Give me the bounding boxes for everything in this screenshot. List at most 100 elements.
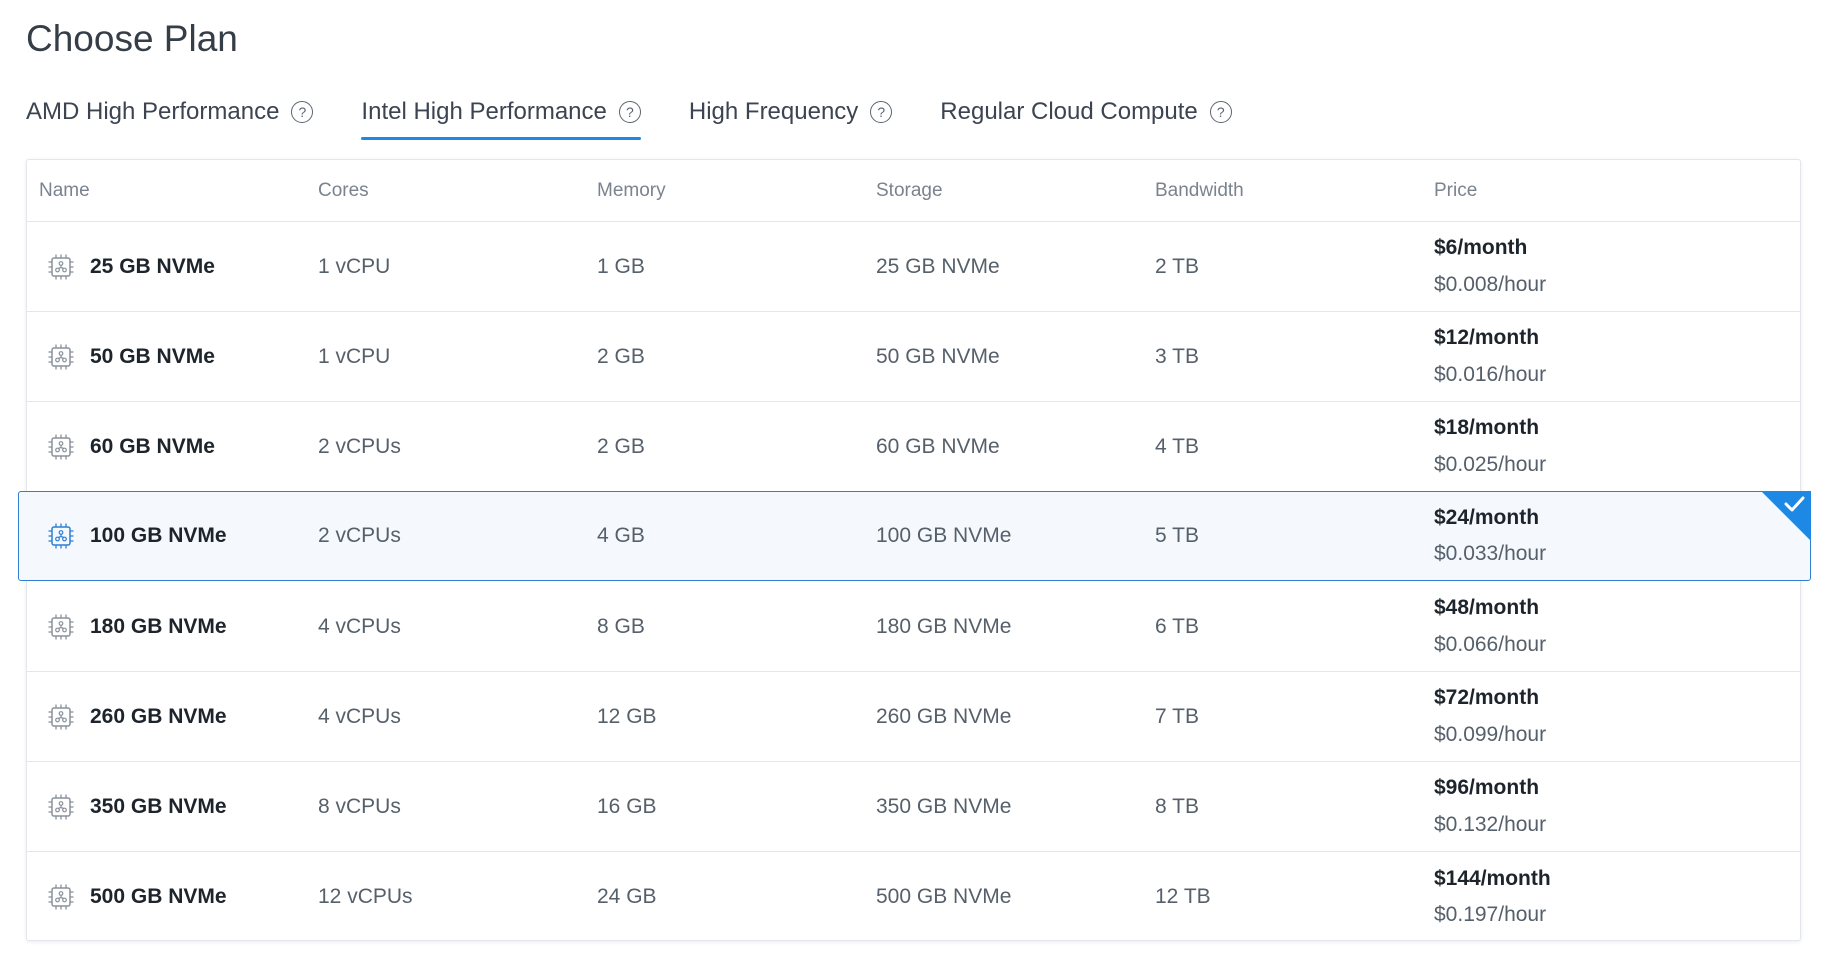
cpu-chip-icon [47,522,75,550]
plan-row[interactable]: 100 GB NVMe 2 vCPUs 4 GB 100 GB NVMe 5 TB $24… [18,491,1811,581]
plan-cores: 4 vCPUs [318,614,401,638]
plan-storage: 100 GB NVMe [876,524,1012,547]
question-circle-icon[interactable]: ? [1209,101,1232,123]
plan-cores: 8 vCPUs [318,794,401,818]
plan-bandwidth: 5 TB [1155,524,1199,547]
price-hourly: $0.025/hour [1434,452,1547,476]
plan-price: $48/month $0.066/hour [1434,582,1546,671]
plan-memory: 8 GB [597,614,645,638]
plan-row[interactable]: 180 GB NVMe 4 vCPUs 8 GB 180 GB NVMe 6 TB $48… [27,582,1800,672]
cpu-chip-icon [47,253,75,281]
cpu-chip-icon [47,343,75,371]
plan-memory: 12 GB [597,704,657,728]
question-circle-icon[interactable]: ? [870,101,893,123]
plan-memory: 16 GB [597,794,657,818]
cpu-chip-icon [47,703,75,731]
price-monthly: $18/month [1434,416,1540,440]
plan-storage: 25 GB NVMe [876,254,1000,278]
tab-amd-high-performance[interactable]: AMD High Performance? [26,92,314,132]
price-hourly: $0.016/hour [1434,362,1547,386]
plan-name: 100 GB NVMe [90,524,227,547]
plan-name: 180 GB NVMe [90,614,227,638]
plan-price: $24/month $0.033/hour [1434,492,1546,580]
plan-cores: 1 vCPU [318,254,391,278]
plan-name-cell: 25 GB NVMe [47,222,215,311]
plan-bandwidth: 7 TB [1155,704,1199,728]
table-header: Name Cores Memory Storage Bandwidth Pric… [27,160,1800,222]
plan-price: $12/month $0.016/hour [1434,312,1546,401]
plan-name-cell: 350 GB NVMe [47,762,227,851]
tab-high-frequency[interactable]: High Frequency? [688,92,893,132]
plan-name: 25 GB NVMe [90,254,215,278]
price-monthly: $144/month [1434,866,1551,890]
question-circle-icon[interactable]: ? [291,101,314,123]
price-monthly: $24/month [1434,505,1540,529]
price-hourly: $0.099/hour [1434,722,1547,746]
header-bandwidth: Bandwidth [1155,180,1244,201]
plan-row[interactable]: 50 GB NVMe 1 vCPU 2 GB 50 GB NVMe 3 TB $12/mo… [27,312,1800,402]
plan-row[interactable]: 500 GB NVMe 12 vCPUs 24 GB 500 GB NVMe 12 TB… [27,852,1800,942]
plan-name: 500 GB NVMe [90,885,227,908]
plan-cores: 12 vCPUs [318,885,413,908]
plan-storage: 350 GB NVMe [876,794,1012,818]
plan-bandwidth: 3 TB [1155,344,1199,368]
plan-name-cell: 60 GB NVMe [47,402,215,491]
page-title: Choose Plan [26,18,238,59]
plan-price: $72/month $0.099/hour [1434,672,1546,761]
plan-cores: 2 vCPUs [318,524,401,547]
plan-cores: 4 vCPUs [318,704,401,728]
plan-name: 350 GB NVMe [90,794,227,818]
price-monthly: $72/month [1434,686,1540,710]
plan-name-cell: 50 GB NVMe [47,312,215,401]
price-hourly: $0.008/hour [1434,272,1547,296]
plan-row[interactable]: 60 GB NVMe 2 vCPUs 2 GB 60 GB NVMe 4 TB $18/m… [27,402,1800,492]
plan-bandwidth: 4 TB [1155,434,1199,458]
tab-label: Regular Cloud Compute [940,98,1198,125]
plan-price: $6/month $0.008/hour [1434,222,1546,311]
plan-storage: 50 GB NVMe [876,344,1000,368]
plan-name-cell: 260 GB NVMe [47,672,227,761]
header-price: Price [1434,180,1478,201]
plan-memory: 2 GB [597,434,645,458]
cpu-chip-icon [47,793,75,821]
plan-price: $96/month $0.132/hour [1434,762,1546,851]
tab-label: High Frequency [688,98,859,125]
price-hourly: $0.132/hour [1434,812,1547,836]
plan-type-tabs: AMD High Performance? Intel High Performa… [26,92,1232,140]
price-hourly: $0.033/hour [1434,542,1547,565]
plan-name-cell: 180 GB NVMe [47,582,227,671]
plan-memory: 4 GB [597,524,645,547]
plan-memory: 1 GB [597,254,645,278]
plan-storage: 180 GB NVMe [876,614,1012,638]
plan-bandwidth: 8 TB [1155,794,1199,818]
plan-bandwidth: 6 TB [1155,614,1199,638]
plan-name: 50 GB NVMe [90,344,215,368]
plan-bandwidth: 2 TB [1155,254,1199,278]
plan-cores: 1 vCPU [318,344,391,368]
price-hourly: $0.066/hour [1434,632,1547,656]
price-hourly: $0.197/hour [1434,903,1547,926]
plan-cores: 2 vCPUs [318,434,401,458]
tab-label: AMD High Performance [26,98,280,125]
price-monthly: $96/month [1434,776,1540,800]
plan-memory: 2 GB [597,344,645,368]
choose-plan-page: Choose Plan AMD High Performance? Intel H… [0,0,1835,978]
plan-row[interactable]: 260 GB NVMe 4 vCPUs 12 GB 260 GB NVMe 7 TB $7… [27,672,1800,762]
header-memory: Memory [597,180,666,201]
question-circle-icon[interactable]: ? [618,101,641,123]
price-monthly: $12/month [1434,326,1540,350]
tab-regular-cloud-compute[interactable]: Regular Cloud Compute? [940,92,1232,132]
price-monthly: $6/month [1434,236,1528,260]
cpu-chip-icon [47,883,75,911]
checkmark-icon [1761,491,1811,541]
plan-row[interactable]: 350 GB NVMe 8 vCPUs 16 GB 350 GB NVMe 8 TB $9… [27,762,1800,852]
header-storage: Storage [876,180,943,201]
plan-name: 260 GB NVMe [90,704,227,728]
plans-table: Name Cores Memory Storage Bandwidth Pric… [18,159,1811,942]
plan-row[interactable]: 25 GB NVMe 1 vCPU 1 GB 25 GB NVMe 2 TB $6/mon… [27,222,1800,312]
price-monthly: $48/month [1434,596,1540,620]
plan-storage: 500 GB NVMe [876,885,1012,908]
cpu-chip-icon [47,433,75,461]
tab-intel-high-performance[interactable]: Intel High Performance? [361,92,642,140]
plan-name: 60 GB NVMe [90,434,215,458]
